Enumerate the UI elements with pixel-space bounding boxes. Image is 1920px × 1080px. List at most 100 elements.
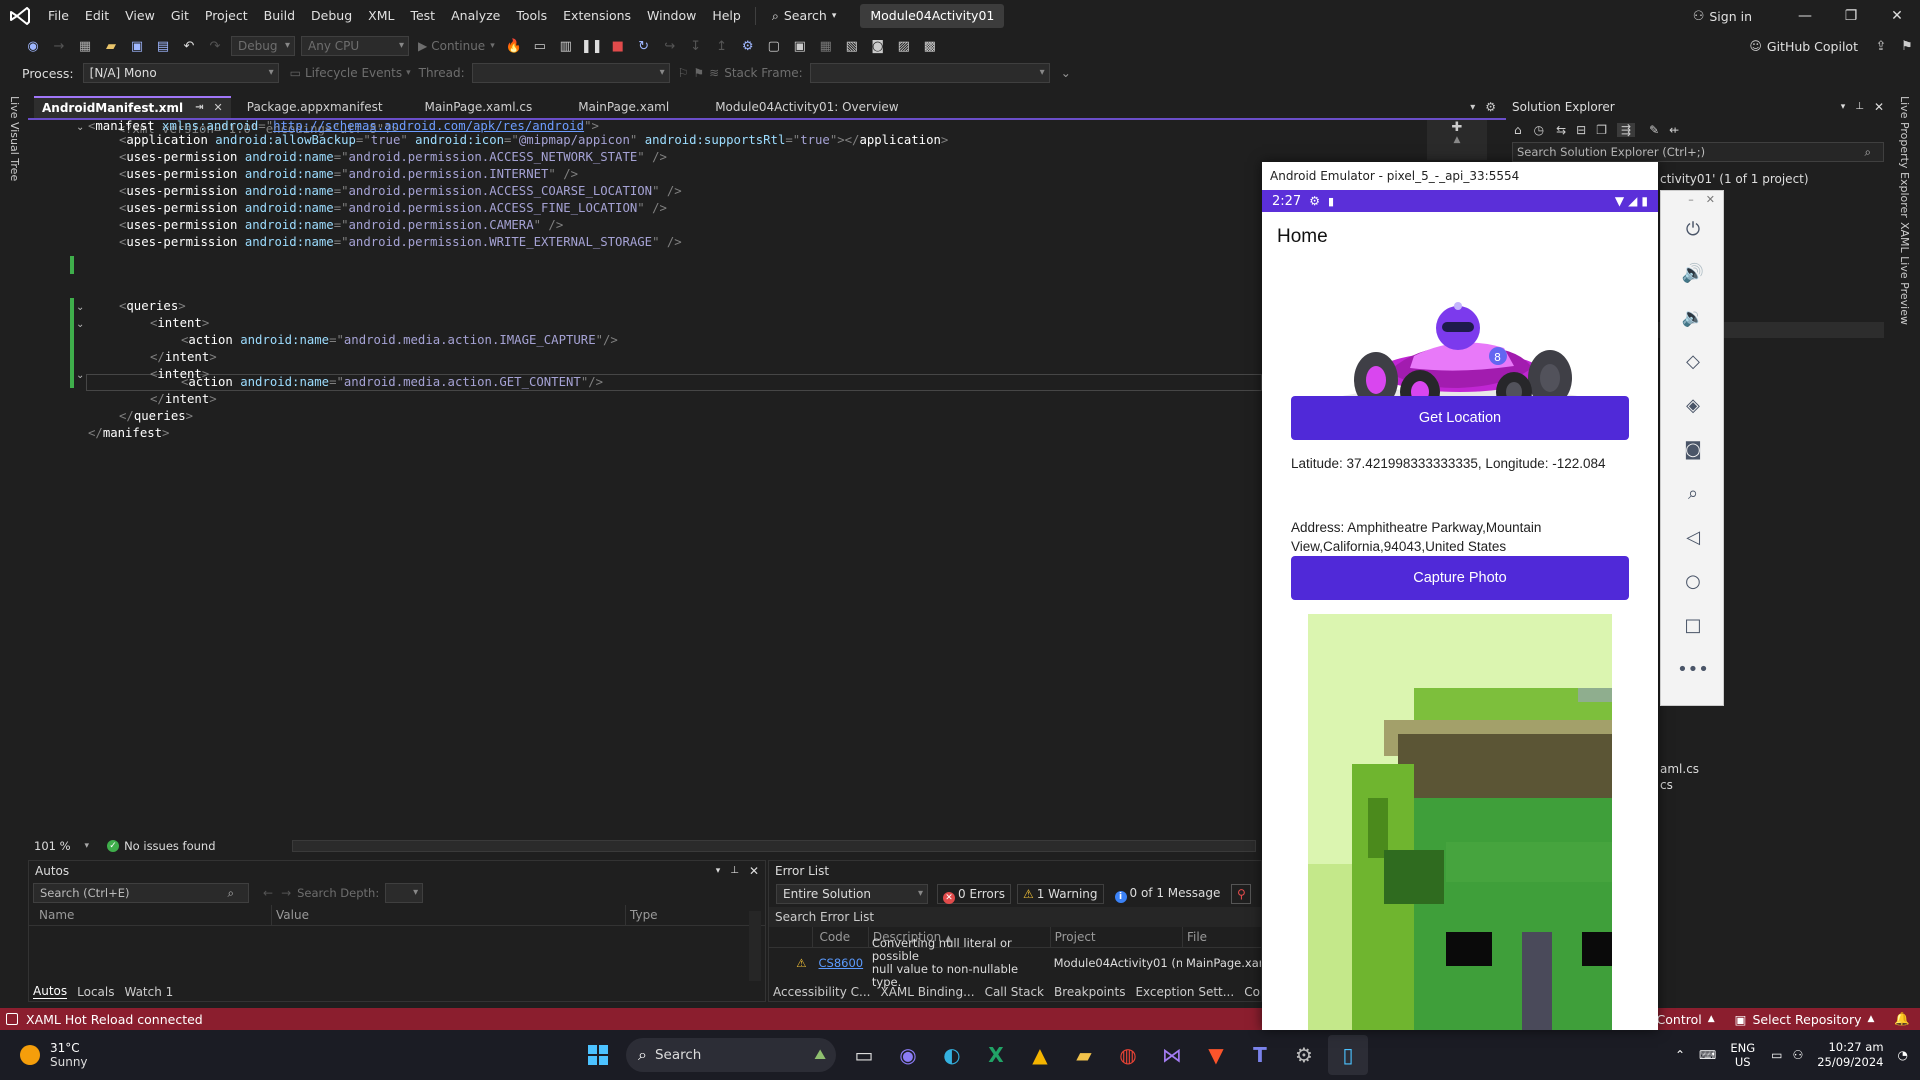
network-icon[interactable]: ⚇ — [1792, 1048, 1803, 1062]
window-icon[interactable]: ▣ — [789, 35, 811, 57]
navigate-forward-icon[interactable]: → — [48, 35, 70, 57]
toolbox-icon[interactable]: ▦ — [815, 35, 837, 57]
minimize-emulator-icon[interactable]: – — [1688, 193, 1694, 206]
menu-file[interactable]: File — [40, 0, 77, 32]
dropdown-icon[interactable]: ▾ — [716, 861, 721, 881]
tab-accessibility-checker[interactable]: Accessibility C... — [773, 985, 870, 999]
overview-square-icon[interactable]: □ — [1661, 603, 1725, 647]
menu-analyze[interactable]: Analyze — [443, 0, 508, 32]
tab-exception-settings[interactable]: Exception Sett... — [1135, 985, 1234, 999]
tab-command-window[interactable]: Command... — [1244, 985, 1261, 999]
select-repository-button[interactable]: Select Repository — [1752, 1012, 1861, 1027]
minimize-button[interactable]: — — [1782, 0, 1828, 32]
share-icon[interactable]: ⇪ — [1870, 35, 1892, 57]
restart-icon[interactable]: ↻ — [633, 35, 655, 57]
brave-browser-icon[interactable]: ▼ — [1196, 1035, 1236, 1075]
tab-xaml-binding-failures[interactable]: XAML Binding... — [880, 985, 974, 999]
tree-node-cs[interactable]: cs — [1660, 778, 1673, 792]
fold-toggle-icon[interactable]: ⌄ — [76, 316, 86, 333]
back-icon[interactable]: ◁ — [1661, 515, 1725, 559]
rotate-left-icon[interactable]: ◇ — [1661, 339, 1725, 383]
teams-icon[interactable]: T — [1240, 1035, 1280, 1075]
stack-frame-select[interactable] — [809, 63, 1050, 83]
step-into-icon[interactable]: ↧ — [685, 35, 707, 57]
diagnostics-icon[interactable]: ⚙ — [737, 35, 759, 57]
tab-mainpage-xaml-cs[interactable]: MainPage.xaml.cs — [417, 96, 541, 118]
fold-toggle-icon[interactable]: ⌄ — [76, 119, 86, 136]
platform-select[interactable]: Any CPU — [301, 36, 409, 56]
schema-link[interactable]: http://schemas.android.com/apk/res/andro… — [273, 119, 584, 133]
filter-icon[interactable]: ⚲ — [1231, 884, 1252, 904]
toolbar-overflow-icon[interactable]: ⌄ — [1061, 66, 1071, 80]
browser-link-icon[interactable]: ▭ — [529, 35, 551, 57]
arrow-left-icon[interactable]: ← — [263, 886, 273, 900]
get-location-button[interactable]: Get Location — [1291, 396, 1629, 440]
power-icon[interactable]: ⏻ — [1661, 207, 1725, 251]
more-options-icon[interactable]: ••• — [1661, 647, 1725, 691]
save-icon[interactable]: ▣ — [126, 35, 148, 57]
menu-debug[interactable]: Debug — [303, 0, 360, 32]
android-emulator-taskbar-icon[interactable]: ▯ — [1328, 1035, 1368, 1075]
collapse-all-icon[interactable]: ⊟ — [1576, 123, 1586, 137]
menu-window[interactable]: Window — [639, 0, 704, 32]
more-tools-icon[interactable]: ▩ — [919, 35, 941, 57]
menu-help[interactable]: Help — [704, 0, 749, 32]
menu-test[interactable]: Test — [402, 0, 443, 32]
start-button-windows-icon[interactable] — [578, 1035, 618, 1075]
continue-button[interactable]: ▶ Continue ▾ — [418, 39, 495, 53]
fold-toggle-icon[interactable]: ⌄ — [76, 367, 86, 384]
column-project[interactable]: Project — [1049, 927, 1182, 947]
open-file-icon[interactable]: ▰ — [100, 35, 122, 57]
menu-tools[interactable]: Tools — [508, 0, 555, 32]
vertical-scrollbar[interactable] — [749, 911, 761, 981]
step-out-icon[interactable]: ↥ — [711, 35, 733, 57]
menu-project[interactable]: Project — [197, 0, 256, 32]
file-explorer-icon[interactable]: ▰ — [1064, 1035, 1104, 1075]
menu-view[interactable]: View — [117, 0, 163, 32]
menu-xml[interactable]: XML — [360, 0, 402, 32]
split-editor-icon[interactable]: ✚ — [1427, 120, 1487, 135]
live-visual-tree-tab[interactable]: Live Visual Tree — [8, 96, 21, 181]
dropdown-icon[interactable]: ▾ — [1841, 97, 1846, 117]
close-panel-icon[interactable]: ✕ — [1874, 97, 1884, 117]
hot-reload-status[interactable]: XAML Hot Reload connected — [26, 1012, 203, 1027]
chevron-up-icon[interactable]: ⌃ — [1675, 1048, 1685, 1062]
table-row[interactable]: ⚠ CS8600 Converting null literal or poss… — [769, 937, 1261, 989]
messages-filter-button[interactable]: i0 of 1 Message — [1110, 884, 1226, 904]
layout-icon[interactable]: ▥ — [555, 35, 577, 57]
autos-search-input[interactable]: Search (Ctrl+E) ⌕ — [33, 883, 249, 903]
camera-icon[interactable]: ◙ — [1661, 427, 1725, 471]
filter-icon[interactable]: ⇶ — [1617, 123, 1636, 137]
errors-filter-button[interactable]: ✕ 0 Errors — [937, 884, 1011, 904]
menu-search-button[interactable]: ⌕ Search ▾ — [762, 0, 847, 32]
tab-autos[interactable]: Autos — [33, 984, 68, 999]
solution-search-input[interactable]: Search Solution Explorer (Ctrl+;) ⌕ — [1512, 142, 1884, 162]
column-file[interactable]: File — [1181, 927, 1261, 947]
menu-git[interactable]: Git — [163, 0, 197, 32]
visual-studio-icon[interactable]: ⋈ — [1152, 1035, 1192, 1075]
show-all-files-icon[interactable]: ❐ — [1596, 123, 1607, 137]
issues-status[interactable]: No issues found — [124, 839, 215, 853]
configuration-select[interactable]: Debug — [231, 36, 295, 56]
volume-down-icon[interactable]: 🔉 — [1661, 295, 1725, 339]
zoom-level-select[interactable]: 101 % — [34, 839, 71, 853]
sign-in-button[interactable]: ⚇ Sign in — [1693, 9, 1752, 24]
preview-icon[interactable]: ⇷ — [1669, 123, 1679, 137]
undo-icon[interactable]: ↶ — [178, 35, 200, 57]
home-circle-icon[interactable]: ○ — [1661, 559, 1725, 603]
device-icon[interactable]: ▢ — [763, 35, 785, 57]
menu-edit[interactable]: Edit — [77, 0, 117, 32]
tree-node-mainpage-cs[interactable]: aml.cs — [1660, 762, 1699, 776]
sync-icon[interactable]: ◷ — [1534, 123, 1544, 137]
settings-gear-icon[interactable]: ⚙ — [1284, 1035, 1324, 1075]
column-value[interactable]: Value — [271, 905, 625, 925]
hot-reload-icon[interactable]: 🔥 — [503, 35, 525, 57]
error-code-link[interactable]: CS8600 — [813, 956, 868, 970]
notifications-bell-icon[interactable]: 🔔 — [1894, 1011, 1910, 1027]
column-name[interactable]: Name — [29, 905, 271, 925]
lifecycle-events-label[interactable]: Lifecycle Events — [305, 66, 402, 80]
properties-wrench-icon[interactable]: ✎ — [1649, 123, 1659, 137]
emulator-title-bar[interactable]: Android Emulator - pixel_5_-_api_33:5554 — [1262, 162, 1658, 190]
solution-root-node[interactable]: ctivity01' (1 of 1 project) — [1660, 172, 1809, 186]
image-icon[interactable]: ▨ — [893, 35, 915, 57]
